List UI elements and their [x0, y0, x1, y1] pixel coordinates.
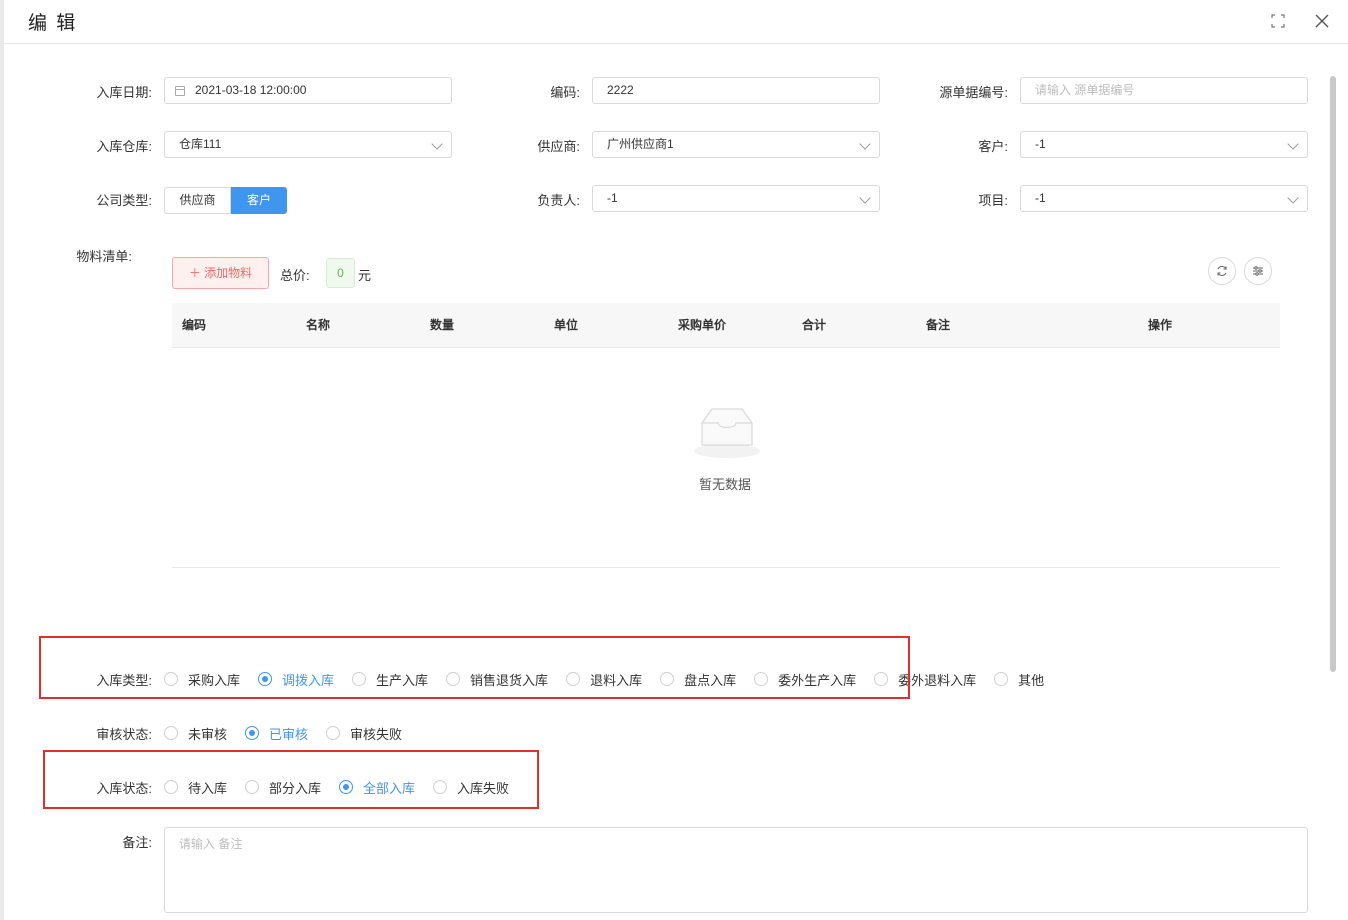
- chevron-down-icon: [1287, 192, 1299, 204]
- total-price-label: 总价:: [280, 268, 310, 283]
- modal-title: 编 辑: [28, 13, 78, 34]
- total-price-value: 0: [326, 258, 355, 288]
- chevron-down-icon: [859, 138, 871, 150]
- audit-status-radio-group: 未审核 已审核 审核失败: [164, 723, 420, 743]
- col-remark: 备注: [926, 318, 951, 332]
- add-material-button[interactable]: ＋ 添加物料: [172, 257, 269, 289]
- plus-icon: ＋: [188, 266, 201, 280]
- maximize-icon[interactable]: [1268, 11, 1288, 31]
- customer-select[interactable]: -1: [1020, 131, 1308, 158]
- audit-status-label: 审核状态:: [96, 727, 152, 742]
- radio-checked-icon: [245, 726, 260, 740]
- company-type-customer[interactable]: 客户: [231, 187, 287, 214]
- col-name: 名称: [306, 318, 331, 332]
- radio-audit-failed[interactable]: 审核失败: [326, 724, 402, 743]
- col-unit-price: 采购单价: [678, 318, 727, 332]
- project-value: -1: [1035, 191, 1046, 205]
- chevron-down-icon: [1287, 138, 1299, 150]
- column-settings-icon[interactable]: [1244, 257, 1272, 285]
- radio-circle-icon: [164, 726, 178, 740]
- radio-label: 已审核: [269, 726, 309, 742]
- supplier-value: 广州供应商1: [607, 137, 674, 151]
- project-label: 项目:: [978, 193, 1008, 208]
- person-value: -1: [607, 191, 618, 205]
- customer-value: -1: [1035, 137, 1046, 151]
- supplier-select[interactable]: 广州供应商1: [592, 131, 880, 158]
- modal-header: 编 辑: [4, 0, 1348, 44]
- empty-text: 暂无数据: [698, 477, 751, 492]
- refresh-icon[interactable]: [1208, 257, 1236, 285]
- col-unit: 单位: [554, 318, 579, 332]
- inbound-date-value: 2021-03-18 12:00:00: [195, 83, 307, 97]
- remark-textarea[interactable]: 请输入 备注: [164, 827, 1308, 913]
- source-no-placeholder: 请输入 源单据编号: [1035, 83, 1135, 97]
- radio-audited[interactable]: 已审核: [245, 724, 308, 743]
- radio-other[interactable]: 其他: [994, 670, 1044, 689]
- remark-placeholder: 请输入 备注: [179, 837, 243, 851]
- warehouse-select[interactable]: 仓库111: [164, 131, 452, 158]
- radio-label: 其他: [1018, 672, 1045, 688]
- radio-label: 审核失败: [350, 726, 403, 742]
- col-actions: 操作: [1148, 318, 1173, 332]
- radio-not-audited[interactable]: 未审核: [164, 724, 227, 743]
- code-value: 2222: [607, 83, 634, 97]
- radio-circle-icon: [326, 726, 341, 740]
- code-label: 编码:: [550, 85, 580, 100]
- person-label: 负责人:: [537, 193, 580, 208]
- radio-circle-icon: [994, 672, 1009, 686]
- materials-label: 物料清单:: [76, 249, 132, 264]
- col-code: 编码: [182, 318, 207, 332]
- empty-box-icon: [694, 408, 760, 458]
- currency-label: 元: [358, 268, 372, 283]
- chevron-down-icon: [859, 192, 871, 204]
- project-select[interactable]: -1: [1020, 185, 1308, 212]
- highlight-box-inbound-type: [39, 636, 910, 699]
- source-no-label: 源单据编号:: [939, 85, 1008, 100]
- source-no-field[interactable]: 请输入 源单据编号: [1020, 77, 1308, 104]
- customer-label: 客户:: [978, 139, 1008, 154]
- calendar-icon: [175, 86, 185, 96]
- col-subtotal: 合计: [802, 318, 827, 332]
- materials-table-header: 编码 名称 数量 单位 采购单价 合计 备注 操作: [172, 303, 1280, 348]
- table-bottom-divider: [172, 567, 1280, 568]
- warehouse-value: 仓库111: [179, 137, 222, 151]
- code-field[interactable]: 2222: [592, 77, 880, 104]
- add-material-label: 添加物料: [204, 266, 253, 280]
- inbound-date-picker[interactable]: 2021-03-18 12:00:00: [164, 77, 452, 104]
- person-select[interactable]: -1: [592, 185, 880, 212]
- remark-label: 备注:: [122, 835, 152, 850]
- inbound-date-label: 入库日期:: [96, 85, 152, 100]
- scrollbar[interactable]: [1330, 76, 1336, 672]
- col-quantity: 数量: [430, 318, 455, 332]
- close-icon[interactable]: [1312, 11, 1332, 31]
- company-type-supplier[interactable]: 供应商: [164, 187, 231, 214]
- warehouse-label: 入库仓库:: [96, 139, 152, 154]
- radio-label: 未审核: [188, 726, 228, 742]
- company-type-label: 公司类型:: [96, 193, 152, 208]
- supplier-label: 供应商:: [537, 139, 580, 154]
- edit-modal: 编 辑 入库日期: 2021-03-18 12:00:00 编码: 2222 源…: [4, 0, 1348, 920]
- highlight-box-inbound-status: [43, 750, 539, 809]
- chevron-down-icon: [431, 138, 443, 150]
